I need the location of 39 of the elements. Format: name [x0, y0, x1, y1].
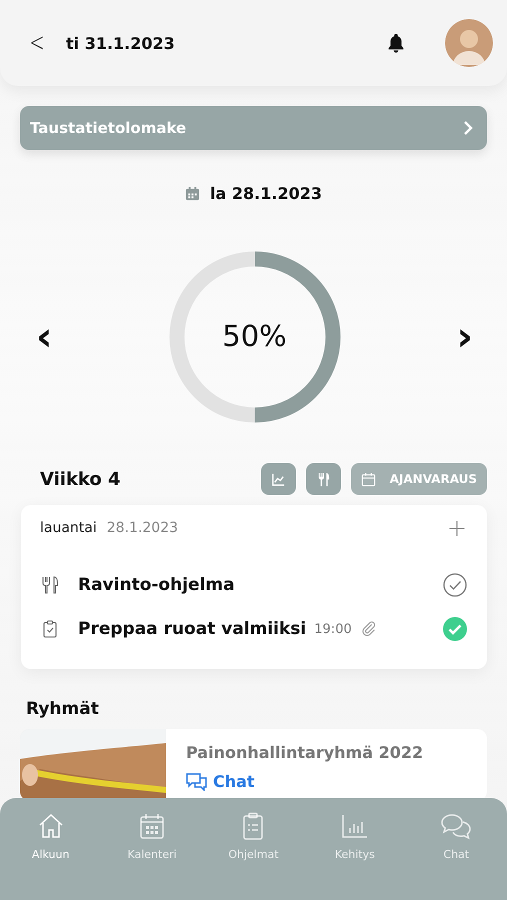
- back-button[interactable]: <: [29, 28, 45, 58]
- chart-button[interactable]: [260, 463, 296, 495]
- chevron-right-icon: [463, 120, 473, 136]
- progress-percent: 50%: [221, 319, 288, 353]
- selected-date: la 28.1.2023: [210, 184, 322, 203]
- booking-button[interactable]: AJANVARAUS: [350, 463, 487, 495]
- calendar-icon: [185, 186, 200, 201]
- bar-chart-icon: [340, 812, 369, 840]
- nutrition-button[interactable]: [306, 463, 341, 495]
- add-button[interactable]: +: [446, 514, 467, 542]
- groups-title: Ryhmät: [26, 699, 100, 719]
- chat-link[interactable]: Chat: [186, 772, 255, 791]
- chat-bubbles-icon: [440, 812, 472, 840]
- task-time: 19:00: [314, 622, 352, 636]
- done-check-icon[interactable]: [443, 617, 467, 641]
- nav-item[interactable]: Kalenteri: [107, 812, 198, 861]
- avatar[interactable]: [445, 19, 493, 67]
- task-title[interactable]: Ravinto-ohjelma: [78, 575, 235, 595]
- group-card[interactable]: Painonhallintaryhmä 2022 Chat: [20, 729, 487, 801]
- agenda-date: 28.1.2023: [106, 520, 180, 536]
- previous-day-button[interactable]: ‹: [36, 317, 52, 357]
- nav-item[interactable]: Chat: [411, 812, 502, 861]
- chat-icon: [186, 772, 207, 790]
- done-check-icon[interactable]: [443, 573, 467, 597]
- nav-item[interactable]: Alkuun: [6, 812, 96, 861]
- task-title[interactable]: Preppaa ruoat valmiiksi: [78, 619, 306, 639]
- header-date: ti 31.1.2023: [66, 34, 176, 52]
- group-name: Painonhallintaryhmä 2022: [186, 743, 424, 762]
- next-day-button[interactable]: ›: [456, 317, 473, 357]
- calendar-icon: [138, 812, 166, 840]
- line-chart-icon: [270, 472, 286, 486]
- calendar-outline-icon: [360, 472, 376, 486]
- fork-knife-icon: [40, 575, 60, 595]
- week-title: Viikko 4: [40, 468, 121, 490]
- weekday-label: lauantai: [40, 520, 97, 536]
- nav-item[interactable]: Ohjelmat: [208, 812, 298, 861]
- form-banner-button[interactable]: Taustatietolomake: [20, 106, 487, 150]
- home-icon: [36, 812, 65, 840]
- nav-item[interactable]: Kehitys: [310, 812, 400, 861]
